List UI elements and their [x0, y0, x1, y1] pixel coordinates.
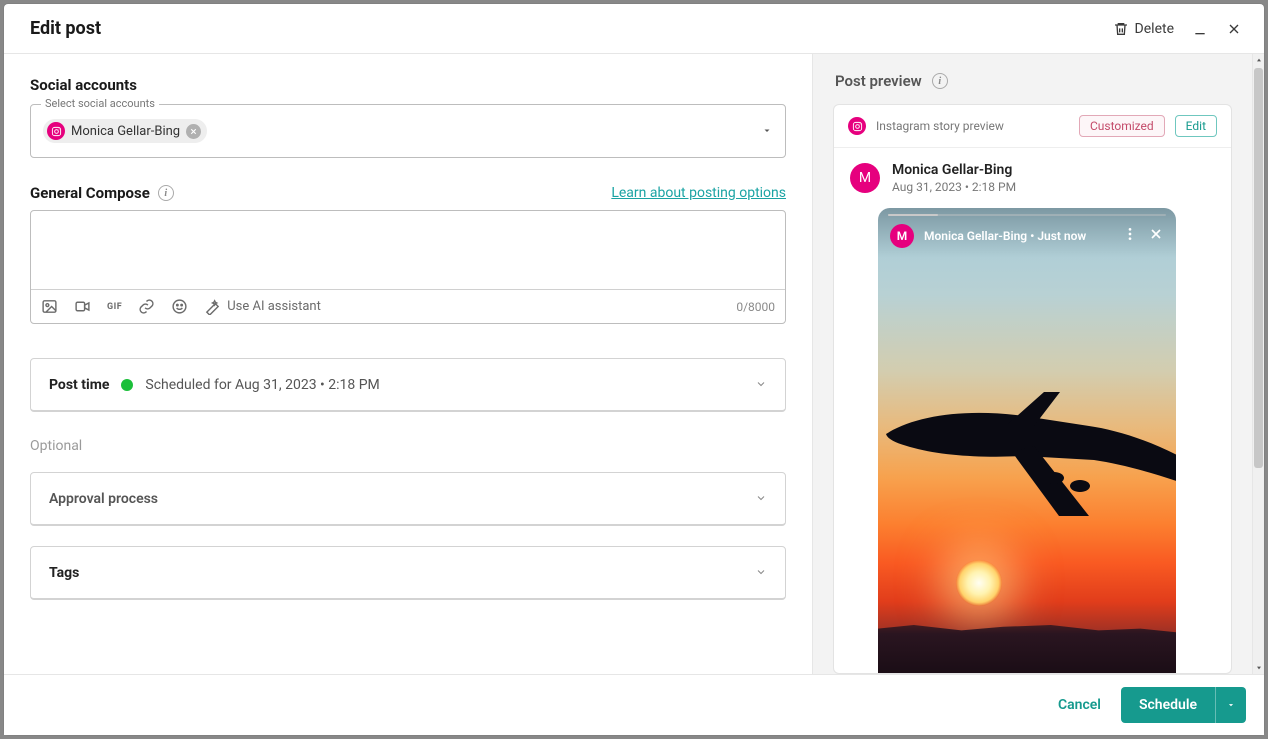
- char-count: 0/8000: [736, 300, 775, 314]
- link-icon[interactable]: [138, 298, 155, 315]
- cancel-button[interactable]: Cancel: [1052, 689, 1107, 721]
- ai-assistant-button[interactable]: Use AI assistant: [204, 298, 321, 315]
- preview-user-name: Monica Gellar-Bing: [892, 162, 1016, 178]
- trash-icon: [1113, 21, 1129, 37]
- chevron-down-icon: [755, 489, 767, 508]
- post-time-card[interactable]: Post time Scheduled for Aug 31, 2023 • 2…: [30, 358, 786, 412]
- gif-icon[interactable]: GIF: [107, 302, 122, 312]
- scroll-down-icon[interactable]: [1253, 662, 1264, 674]
- account-name: Monica Gellar-Bing: [71, 124, 180, 139]
- preview-panel: Post preview i Instagram story preview C…: [812, 54, 1252, 674]
- compose-textarea[interactable]: [31, 211, 785, 289]
- image-icon[interactable]: [41, 298, 58, 315]
- chevron-down-icon: [755, 563, 767, 582]
- approval-title: Approval process: [49, 491, 158, 507]
- scrollbar-thumb[interactable]: [1254, 68, 1263, 468]
- info-icon[interactable]: i: [932, 73, 948, 89]
- chevron-down-icon: [761, 122, 773, 141]
- video-icon[interactable]: [74, 298, 91, 315]
- modal-footer: Cancel Schedule: [4, 674, 1264, 735]
- chevron-down-icon: [1226, 700, 1236, 710]
- instagram-icon: [47, 122, 65, 140]
- compose-panel: Social accounts Select social accounts M…: [4, 54, 812, 674]
- preview-user-time: Aug 31, 2023 • 2:18 PM: [892, 180, 1016, 194]
- tags-card[interactable]: Tags: [30, 546, 786, 600]
- instagram-icon: [848, 117, 866, 135]
- tags-title: Tags: [49, 565, 79, 581]
- chevron-down-icon: [755, 375, 767, 394]
- learn-posting-link[interactable]: Learn about posting options: [611, 185, 786, 201]
- modal-title: Edit post: [30, 18, 1113, 39]
- emoji-icon[interactable]: [171, 298, 188, 315]
- optional-label: Optional: [30, 438, 786, 454]
- delete-label: Delete: [1135, 21, 1174, 37]
- status-dot-icon: [121, 379, 133, 391]
- post-time-title: Post time: [49, 377, 109, 393]
- story-preview: M Monica Gellar-Bing • Just now: [878, 208, 1176, 674]
- modal-header: Edit post Delete: [4, 4, 1264, 54]
- approval-card[interactable]: Approval process: [30, 472, 786, 526]
- schedule-dropdown-button[interactable]: [1215, 687, 1246, 723]
- close-story-icon[interactable]: [1148, 226, 1164, 246]
- remove-account-icon[interactable]: [186, 124, 201, 139]
- post-time-value: Scheduled for Aug 31, 2023 • 2:18 PM: [145, 377, 379, 393]
- minimize-button[interactable]: [1192, 21, 1208, 37]
- scroll-up-icon[interactable]: [1253, 54, 1264, 66]
- story-avatar: M: [890, 224, 914, 248]
- account-chip[interactable]: Monica Gellar-Bing: [43, 119, 207, 143]
- info-icon[interactable]: i: [158, 185, 174, 201]
- preview-subtype: Instagram story preview: [876, 119, 1069, 133]
- compose-box: GIF Use AI assistant 0/8000: [30, 210, 786, 324]
- preview-header: Post preview i: [813, 54, 1252, 104]
- story-airplane: [884, 386, 1176, 526]
- social-accounts-title: Social accounts: [30, 76, 786, 94]
- schedule-button[interactable]: Schedule: [1121, 687, 1215, 723]
- social-accounts-select[interactable]: Select social accounts Monica Gellar-Bin…: [30, 104, 786, 158]
- more-icon[interactable]: [1122, 226, 1138, 246]
- story-sun: [956, 560, 1002, 606]
- general-compose-title: General Compose i: [30, 184, 174, 202]
- avatar: M: [850, 163, 880, 193]
- delete-button[interactable]: Delete: [1113, 21, 1174, 37]
- edit-preview-button[interactable]: Edit: [1175, 115, 1217, 137]
- customized-badge[interactable]: Customized: [1079, 115, 1165, 137]
- story-user-label: Monica Gellar-Bing • Just now: [924, 229, 1086, 243]
- field-legend: Select social accounts: [41, 97, 159, 110]
- compose-toolbar: GIF Use AI assistant 0/8000: [31, 289, 785, 323]
- scrollbar[interactable]: [1252, 54, 1264, 674]
- edit-post-modal: Edit post Delete Social accounts Select …: [4, 4, 1264, 735]
- close-button[interactable]: [1226, 21, 1242, 37]
- preview-card: Instagram story preview Customized Edit …: [833, 104, 1232, 674]
